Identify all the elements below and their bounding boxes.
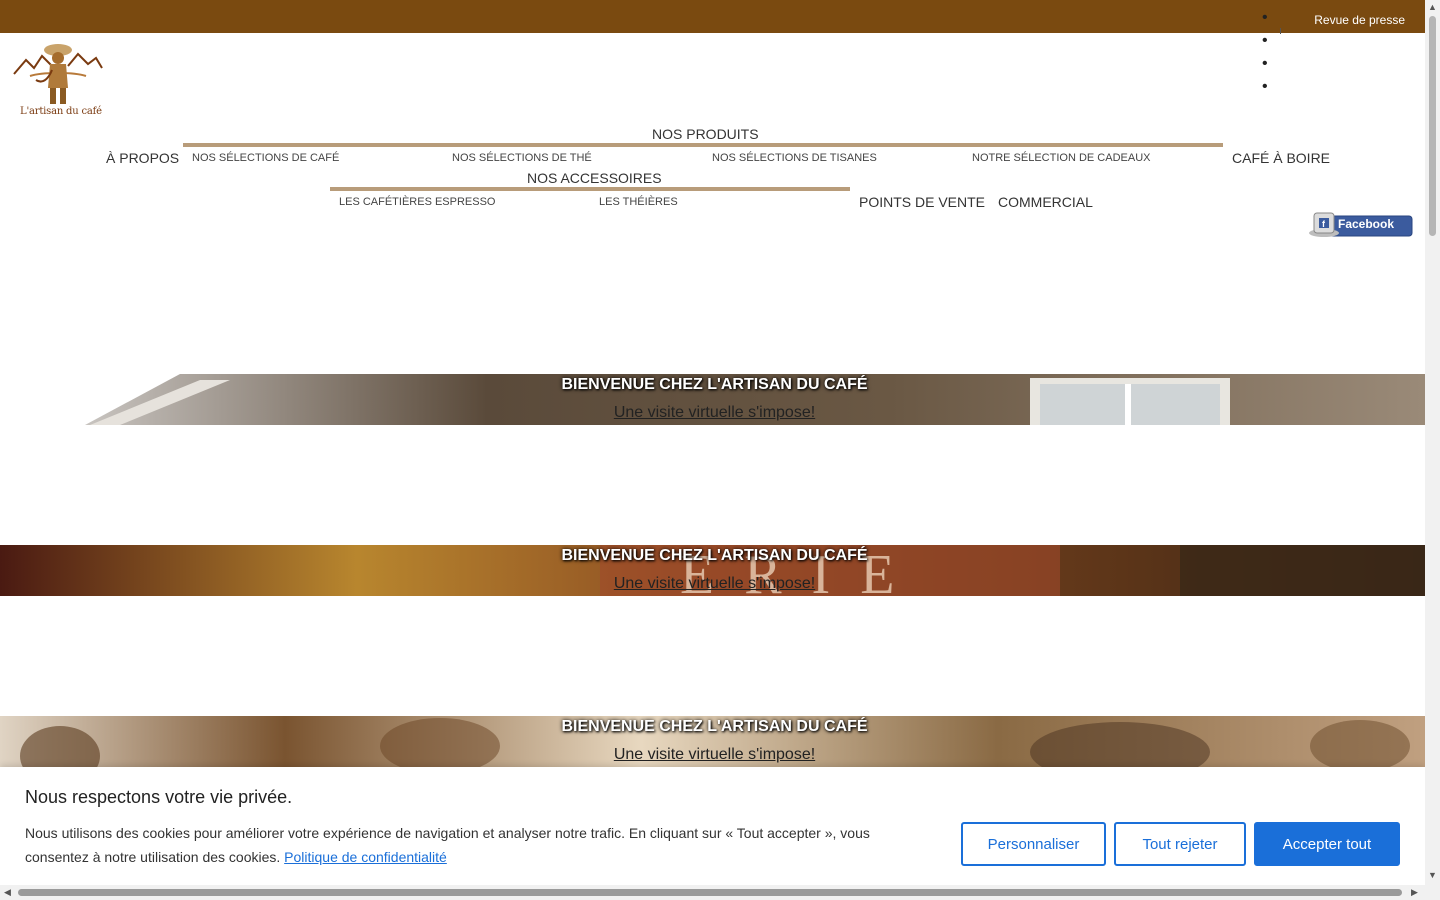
nav-coffee-to-drink[interactable]: CAFÉ À BOIRE <box>1232 150 1330 166</box>
nav-coffee-selection[interactable]: NOS SÉLECTIONS DE CAFÉ <box>192 152 339 164</box>
nav-about[interactable]: À PROPOS <box>106 150 179 166</box>
cookie-title: Nous respectons votre vie privée. <box>25 787 293 807</box>
scroll-down-icon[interactable]: ▼ <box>1428 870 1437 880</box>
list-item: • <box>1262 78 1268 95</box>
facebook-button[interactable]: f Facebook <box>1308 211 1413 238</box>
privacy-policy-link[interactable]: Politique de confidentialité <box>284 849 447 865</box>
facebook-label: Facebook <box>1338 217 1395 231</box>
banner-title: BIENVENUE CHEZ L'ARTISAN DU CAFÉ <box>561 547 868 564</box>
hero-banner-1: BIENVENUE CHEZ L'ARTISAN DU CAFÉ Une vis… <box>0 374 1425 425</box>
hero-banner-2: ERIE BIENVENUE CHEZ L'ARTISAN DU CAFÉ Un… <box>0 545 1425 596</box>
vertical-scrollbar[interactable]: ▲ ▼ <box>1425 0 1440 885</box>
list-item: • <box>1262 9 1268 26</box>
cookie-description: Nous utilisons des cookies pour améliore… <box>25 825 870 865</box>
nav-points-of-sale[interactable]: POINTS DE VENTE <box>859 194 985 210</box>
banner-title: BIENVENUE CHEZ L'ARTISAN DU CAFÉ <box>561 718 868 735</box>
empty-bullet-list: • • • • <box>1262 10 1268 102</box>
nav-teapots[interactable]: LES THÉIÈRES <box>599 196 678 208</box>
nav-products[interactable]: NOS PRODUITS <box>652 126 759 142</box>
top-bar: Revue de presse <box>0 0 1425 33</box>
hero-banner-3: BIENVENUE CHEZ L'ARTISAN DU CAFÉ Une vis… <box>0 716 1425 767</box>
nav-gift-selection[interactable]: NOTRE SÉLECTION DE CADEAUX <box>972 152 1150 164</box>
nav-commercial[interactable]: COMMERCIAL <box>998 194 1093 210</box>
virtual-visit-link[interactable]: Une visite virtuelle s'impose! <box>0 404 1425 422</box>
accessories-submenu-line <box>330 187 850 191</box>
nav-accessories[interactable]: NOS ACCESSOIRES <box>527 170 662 186</box>
divider <box>1280 28 1281 34</box>
scroll-up-icon[interactable]: ▲ <box>1428 2 1437 12</box>
banner-title: BIENVENUE CHEZ L'ARTISAN DU CAFÉ <box>561 376 868 393</box>
logo-text: L'artisan du café <box>20 106 102 117</box>
vertical-scroll-thumb[interactable] <box>1429 16 1436 236</box>
horizontal-scroll-thumb[interactable] <box>18 889 1402 896</box>
nav-espresso-makers[interactable]: LES CAFÉTIÈRES ESPRESSO <box>339 196 496 208</box>
accept-all-button[interactable]: Accepter tout <box>1254 822 1400 866</box>
scroll-left-icon[interactable]: ◀ <box>4 887 11 898</box>
press-review-link[interactable]: Revue de presse <box>1314 13 1405 27</box>
cookie-consent-banner: Nous respectons votre vie privée. Nous u… <box>0 767 1425 885</box>
virtual-visit-link[interactable]: Une visite virtuelle s'impose! <box>0 575 1425 593</box>
products-submenu-line <box>183 143 1223 147</box>
reject-all-button[interactable]: Tout rejeter <box>1114 822 1246 866</box>
nav-herbal-selection[interactable]: NOS SÉLECTIONS DE TISANES <box>712 152 877 164</box>
list-item: • <box>1262 32 1268 49</box>
cookie-text: Nous utilisons des cookies pour améliore… <box>25 821 925 869</box>
virtual-visit-link[interactable]: Une visite virtuelle s'impose! <box>0 746 1425 764</box>
customize-button[interactable]: Personnaliser <box>961 822 1106 866</box>
scroll-right-icon[interactable]: ▶ <box>1411 887 1418 898</box>
horizontal-scrollbar[interactable]: ◀ ▶ <box>0 885 1440 900</box>
nav-tea-selection[interactable]: NOS SÉLECTIONS DE THÉ <box>452 152 592 164</box>
list-item: • <box>1262 55 1268 72</box>
